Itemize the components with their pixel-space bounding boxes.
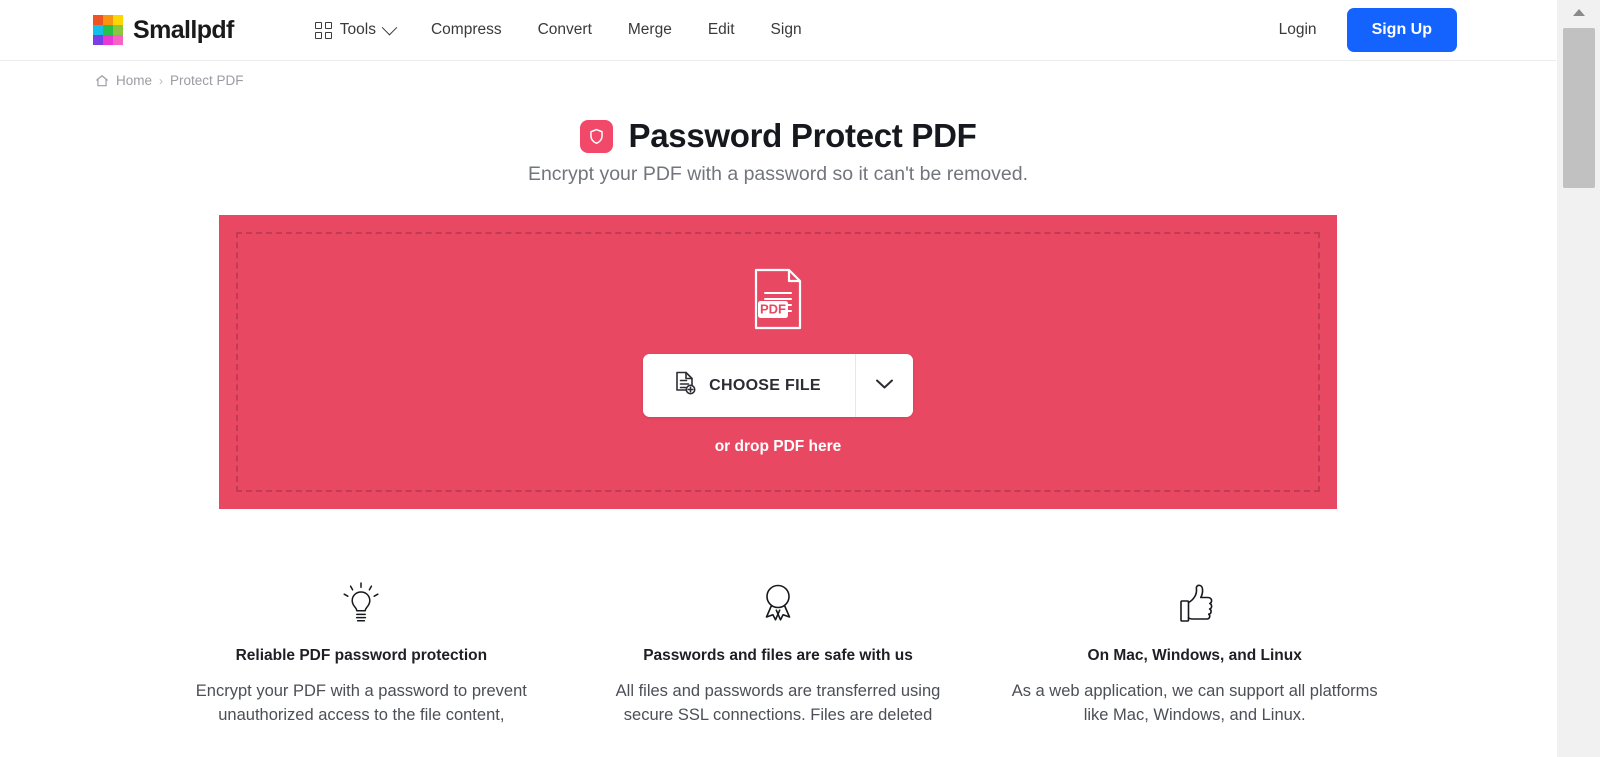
nav-item-label: Convert bbox=[537, 21, 592, 38]
scrollbar-thumb[interactable] bbox=[1563, 28, 1595, 188]
brand-logo-link[interactable]: Smallpdf bbox=[93, 15, 234, 45]
hero-section: Password Protect PDF Encrypt your PDF wi… bbox=[0, 117, 1556, 186]
feature-title: On Mac, Windows, and Linux bbox=[1087, 647, 1302, 664]
drop-hint-text: or drop PDF here bbox=[714, 438, 842, 455]
sign-up-button[interactable]: Sign Up bbox=[1346, 8, 1457, 52]
nav-item-merge[interactable]: Merge bbox=[610, 13, 690, 47]
thumbs-up-icon bbox=[1010, 581, 1379, 627]
breadcrumb-current[interactable]: Protect PDF bbox=[170, 73, 244, 88]
chevron-down-icon bbox=[381, 19, 398, 35]
file-dropzone-inner: PDF CHOOSE FILE or drop PDF here bbox=[236, 232, 1320, 492]
feature-text: All files and passwords are transferred … bbox=[615, 682, 941, 724]
nav-item-label: Sign bbox=[770, 21, 802, 38]
login-link[interactable]: Login bbox=[1265, 13, 1331, 47]
document-add-icon bbox=[674, 371, 696, 400]
nav-item-label: Merge bbox=[627, 21, 672, 38]
nav-item-tools[interactable]: Tools bbox=[314, 13, 413, 47]
main-navigation: Tools Compress Convert Merge Edit Sign bbox=[314, 13, 820, 47]
nav-item-label: Tools bbox=[339, 21, 376, 38]
chevron-down-icon bbox=[875, 378, 894, 393]
nav-item-label: Edit bbox=[707, 21, 735, 38]
features-section: Reliable PDF password protection Encrypt… bbox=[153, 581, 1403, 727]
feature-title: Passwords and files are safe with us bbox=[643, 647, 913, 664]
breadcrumb: Home › Protect PDF bbox=[0, 61, 1556, 88]
choose-file-dropdown-button[interactable] bbox=[854, 354, 913, 417]
choose-file-label: CHOOSE FILE bbox=[709, 376, 821, 394]
lightbulb-icon bbox=[177, 581, 546, 627]
nav-item-label: Compress bbox=[430, 21, 502, 38]
smallpdf-color-grid-logo bbox=[93, 15, 123, 45]
scroll-up-arrow-icon[interactable] bbox=[1557, 0, 1600, 24]
feature-text: Encrypt your PDF with a password to prev… bbox=[195, 682, 527, 724]
feature-item: Reliable PDF password protection Encrypt… bbox=[153, 581, 570, 727]
site-header: Smallpdf Tools Compress Convert Merge Ed… bbox=[0, 0, 1556, 61]
page-scrollbar[interactable] bbox=[1556, 0, 1600, 757]
nav-item-compress[interactable]: Compress bbox=[413, 13, 520, 47]
choose-file-control: CHOOSE FILE bbox=[643, 354, 913, 417]
feature-text: As a web application, we can support all… bbox=[1011, 682, 1378, 724]
shield-icon bbox=[579, 119, 613, 153]
feature-item: On Mac, Windows, and Linux As a web appl… bbox=[986, 581, 1403, 727]
nav-item-sign[interactable]: Sign bbox=[753, 13, 820, 47]
feature-item: Passwords and files are safe with us All… bbox=[570, 581, 987, 727]
page-title: Password Protect PDF bbox=[628, 117, 977, 154]
hero-title-row: Password Protect PDF bbox=[0, 117, 1556, 155]
page-viewport: Smallpdf Tools Compress Convert Merge Ed… bbox=[0, 0, 1556, 757]
grid-icon bbox=[314, 21, 332, 39]
page-subtitle: Encrypt your PDF with a password so it c… bbox=[527, 163, 1029, 185]
nav-item-edit[interactable]: Edit bbox=[690, 13, 753, 47]
pdf-document-icon: PDF bbox=[750, 268, 806, 335]
feature-title: Reliable PDF password protection bbox=[235, 647, 488, 664]
header-actions: Login Sign Up bbox=[1265, 8, 1457, 52]
home-icon bbox=[95, 74, 109, 88]
choose-file-button[interactable]: CHOOSE FILE bbox=[643, 354, 855, 417]
breadcrumb-separator: › bbox=[159, 73, 164, 88]
breadcrumb-home[interactable]: Home bbox=[116, 73, 152, 88]
svg-text:PDF: PDF bbox=[760, 302, 786, 317]
brand-name: Smallpdf bbox=[133, 15, 234, 44]
nav-item-convert[interactable]: Convert bbox=[520, 13, 610, 47]
award-ribbon-icon bbox=[594, 581, 963, 627]
file-dropzone[interactable]: PDF CHOOSE FILE or drop PDF here bbox=[219, 215, 1337, 509]
